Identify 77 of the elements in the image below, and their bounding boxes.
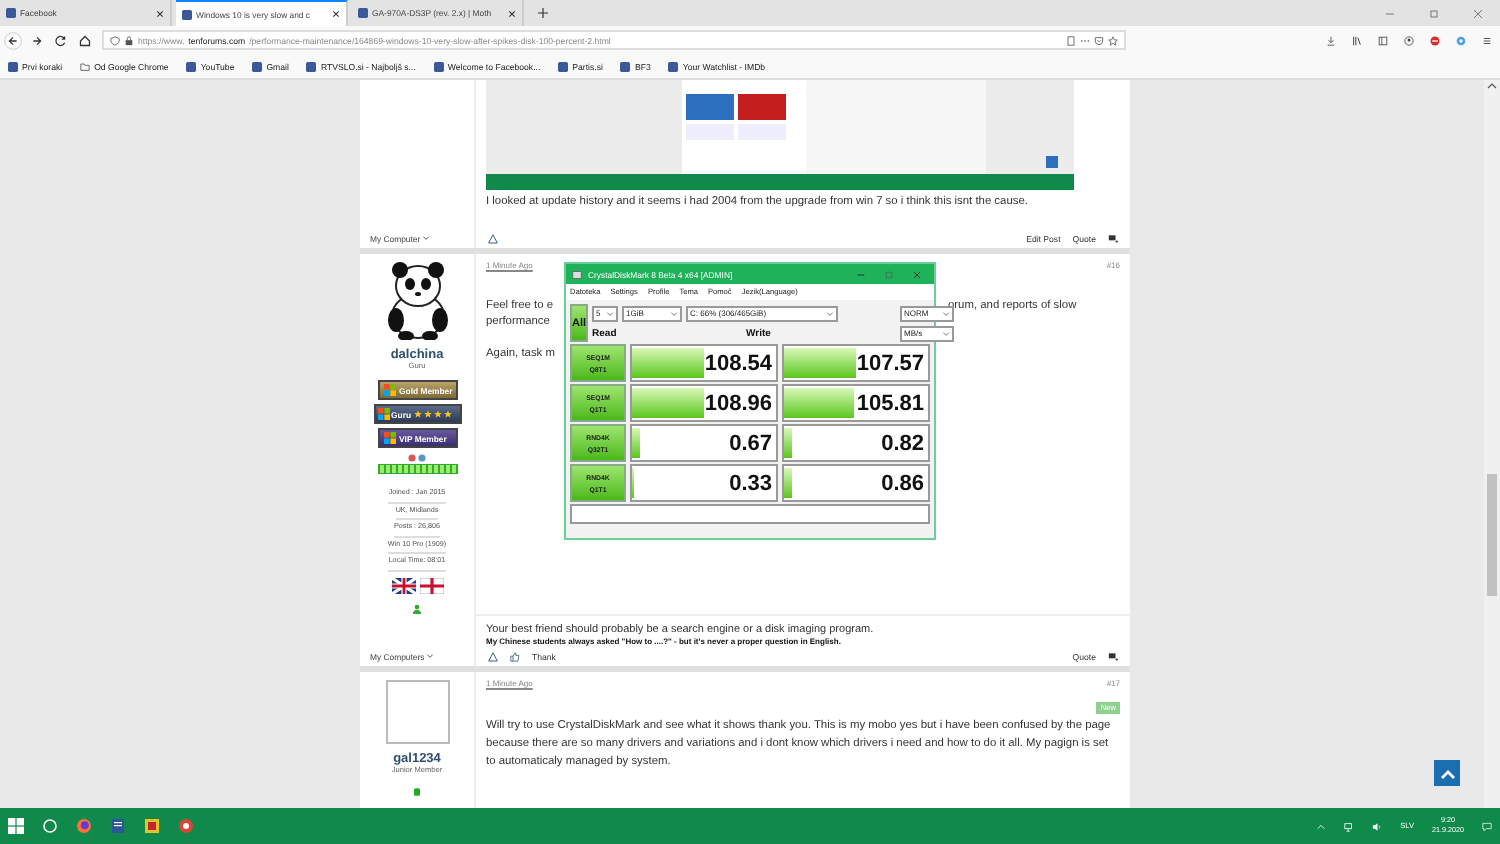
close-icon[interactable] bbox=[508, 9, 516, 17]
thumbs-up-icon bbox=[510, 651, 520, 661]
multi-quote-icon[interactable] bbox=[1108, 651, 1118, 661]
result-cell: 105.81 bbox=[782, 384, 930, 422]
caret-icon bbox=[670, 309, 679, 317]
result-cell: 107.57 bbox=[782, 344, 930, 382]
online-status-icon bbox=[414, 788, 420, 796]
four-squares-icon bbox=[377, 408, 389, 420]
comment-field[interactable] bbox=[570, 504, 930, 524]
warning-icon[interactable] bbox=[488, 651, 498, 661]
caret-icon[interactable] bbox=[426, 652, 435, 660]
reputation-bar-drawing bbox=[377, 454, 457, 476]
caret-icon[interactable] bbox=[422, 234, 431, 242]
folder-icon bbox=[80, 61, 91, 71]
speaker-icon[interactable] bbox=[1372, 821, 1383, 831]
new-tab-icon[interactable] bbox=[538, 8, 548, 18]
site-icon bbox=[182, 9, 192, 19]
pocket-icon[interactable] bbox=[1094, 35, 1104, 45]
shield-icon[interactable] bbox=[110, 35, 120, 45]
chevron-up-icon bbox=[1439, 767, 1455, 779]
close-icon[interactable] bbox=[156, 9, 164, 17]
result-cell: 0.67 bbox=[630, 424, 778, 462]
globe-icon[interactable] bbox=[76, 818, 92, 834]
warning-icon[interactable] bbox=[488, 233, 498, 243]
site-icon bbox=[306, 61, 317, 71]
close-icon[interactable] bbox=[332, 10, 340, 18]
lock-icon[interactable] bbox=[124, 35, 134, 45]
site-icon bbox=[186, 61, 197, 71]
site-icon bbox=[620, 61, 631, 71]
result-cell: 0.82 bbox=[782, 424, 930, 462]
site-icon bbox=[358, 8, 368, 18]
four-squares-icon bbox=[383, 432, 395, 444]
account-icon[interactable] bbox=[1403, 35, 1413, 45]
avatar-placeholder bbox=[385, 680, 449, 744]
scrollbar[interactable] bbox=[1484, 80, 1500, 808]
site-icon bbox=[558, 61, 569, 71]
stop-sign-icon[interactable] bbox=[1429, 35, 1439, 45]
result-cell: 108.54 bbox=[630, 344, 778, 382]
notification-icon[interactable] bbox=[1482, 821, 1492, 831]
star-icon[interactable] bbox=[1108, 35, 1118, 45]
library-icon[interactable] bbox=[1351, 35, 1361, 45]
cross-flag-icon bbox=[419, 577, 443, 593]
site-icon bbox=[252, 61, 263, 71]
four-squares-icon bbox=[383, 384, 395, 396]
network-icon[interactable] bbox=[1344, 821, 1355, 831]
restore-icon[interactable] bbox=[1428, 7, 1440, 19]
site-icon bbox=[433, 61, 444, 71]
site-icon bbox=[8, 61, 18, 71]
start-icon[interactable] bbox=[8, 818, 24, 834]
home-icon[interactable] bbox=[76, 31, 94, 49]
extension-icon[interactable] bbox=[1455, 35, 1465, 45]
download-icon[interactable] bbox=[1325, 35, 1335, 45]
site-icon bbox=[6, 8, 16, 18]
wheel-icon[interactable] bbox=[178, 818, 194, 834]
multi-quote-icon[interactable] bbox=[1108, 233, 1118, 243]
menu-icon[interactable] bbox=[1481, 35, 1491, 45]
caret-icon bbox=[606, 309, 615, 317]
document-icon[interactable] bbox=[110, 818, 126, 834]
result-cell: 0.33 bbox=[630, 464, 778, 502]
person-icon bbox=[412, 603, 422, 613]
reload-icon[interactable] bbox=[52, 31, 70, 49]
forward-icon[interactable] bbox=[28, 31, 46, 49]
circle-icon[interactable] bbox=[42, 818, 58, 834]
caret-icon bbox=[942, 309, 951, 317]
back-icon[interactable] bbox=[4, 31, 22, 49]
union-flag-icon bbox=[391, 577, 415, 593]
scroll-to-top-button[interactable] bbox=[1434, 760, 1460, 786]
sidebar-icon[interactable] bbox=[1377, 35, 1387, 45]
caret-icon bbox=[942, 329, 951, 337]
caret-icon bbox=[826, 309, 835, 317]
window-app-icon bbox=[572, 269, 582, 279]
page-icon[interactable] bbox=[1066, 35, 1076, 45]
site-icon bbox=[668, 61, 679, 71]
chevron-up-icon[interactable] bbox=[1316, 821, 1327, 831]
app-icon[interactable] bbox=[144, 818, 160, 834]
result-cell: 108.96 bbox=[630, 384, 778, 422]
result-cell: 0.86 bbox=[782, 464, 930, 502]
